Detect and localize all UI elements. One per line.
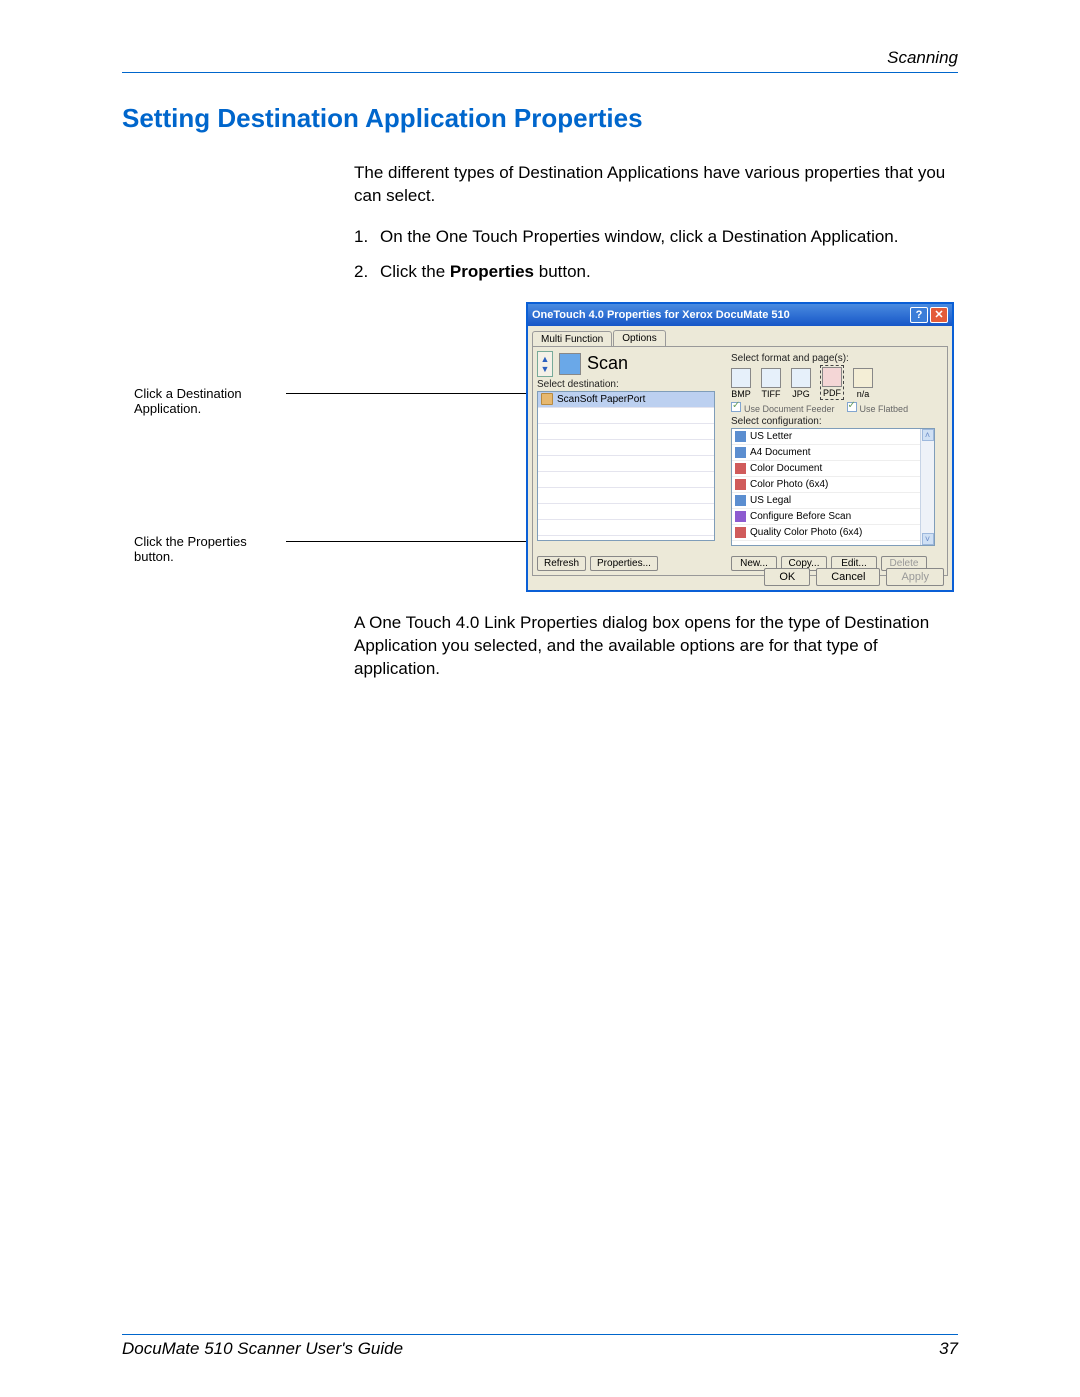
footer-rule [122,1334,958,1335]
scroll-up-icon[interactable]: ˄ [922,429,934,441]
step-1: 1. On the One Touch Properties window, c… [354,226,958,249]
config-item[interactable]: US Letter [732,429,934,445]
scan-icon [559,353,581,375]
format-jpg[interactable]: JPG [791,368,811,399]
footer-page: 37 [939,1339,958,1359]
onetouch-dialog: OneTouch 4.0 Properties for Xerox DocuMa… [526,302,954,592]
list-item [538,472,714,488]
checkbox-icon [731,402,741,412]
step-2-number: 2. [354,261,380,284]
pdf-icon [822,367,842,387]
config-item[interactable]: Color Document [732,461,934,477]
figure: Click a Destination Application. Click t… [354,302,958,594]
scan-label: Scan [587,353,628,374]
callout-props: Click the Properties button. [134,534,284,565]
footer: DocuMate 510 Scanner User's Guide 37 [122,1334,958,1359]
format-na[interactable]: n/a [853,368,873,399]
ok-button[interactable]: OK [764,568,810,586]
properties-button[interactable]: Properties... [590,556,658,571]
config-item[interactable]: A4 Document [732,445,934,461]
destination-list[interactable]: ScanSoft PaperPort [537,391,715,541]
tab-multi-function[interactable]: Multi Function [532,331,612,347]
callout-dest-line [286,393,538,394]
arrow-down-icon[interactable]: ▼ [541,364,550,374]
refresh-button[interactable]: Refresh [537,556,586,571]
scrollbar[interactable]: ˄ ˅ [920,429,934,545]
jpg-icon [791,368,811,388]
format-pdf[interactable]: PDF [821,366,843,399]
configuration-list[interactable]: US Letter A4 Document Color Document Col… [731,428,935,546]
use-flatbed-checkbox: Use Flatbed [847,402,909,414]
list-item [538,488,714,504]
dest-item-label: ScanSoft PaperPort [557,394,645,405]
dialog-title: OneTouch 4.0 Properties for Xerox DocuMa… [532,309,790,321]
dest-item-paperport[interactable]: ScanSoft PaperPort [538,392,714,408]
close-button[interactable]: ✕ [930,307,948,323]
callout-dest: Click a Destination Application. [134,386,284,417]
scroll-down-icon[interactable]: ˅ [922,533,934,545]
config-item[interactable]: US Legal [732,493,934,509]
list-item [538,504,714,520]
footer-guide: DocuMate 510 Scanner User's Guide [122,1339,403,1359]
config-item[interactable]: Color Photo (6x4) [732,477,934,493]
select-format-label: Select format and page(s): [731,353,939,364]
tab-panel: ▲ ▼ Scan Select destination: ScanSoft Pa… [532,346,948,576]
intro-paragraph: The different types of Destination Appli… [354,162,958,208]
list-item [538,440,714,456]
titlebar[interactable]: OneTouch 4.0 Properties for Xerox DocuMa… [528,304,952,326]
list-item [538,520,714,536]
list-item [538,424,714,440]
list-item [538,408,714,424]
format-row: BMP TIFF JPG PDF n/a [731,366,939,399]
tiff-icon [761,368,781,388]
tab-options[interactable]: Options [613,330,665,346]
config-item[interactable]: Configure Before Scan [732,509,934,525]
na-icon [853,368,873,388]
chapter-label: Scanning [122,48,958,72]
arrow-up-icon[interactable]: ▲ [541,354,550,364]
apply-button: Apply [886,568,944,586]
section-title: Setting Destination Application Properti… [122,103,958,134]
format-tiff[interactable]: TIFF [761,368,781,399]
tabs: Multi Function Options [528,326,952,346]
step-1-text: On the One Touch Properties window, clic… [380,226,958,249]
step-2: 2. Click the Properties button. [354,261,958,284]
step-1-number: 1. [354,226,380,249]
cancel-button[interactable]: Cancel [816,568,880,586]
format-bmp[interactable]: BMP [731,368,751,399]
scan-stepper[interactable]: ▲ ▼ [537,351,553,377]
use-feeder-checkbox[interactable]: Use Document Feeder [731,402,835,414]
select-config-label: Select configuration: [731,416,939,427]
bmp-icon [731,368,751,388]
list-item [538,456,714,472]
help-button[interactable]: ? [910,307,928,323]
header-rule [122,72,958,73]
after-paragraph: A One Touch 4.0 Link Properties dialog b… [354,612,958,681]
checkbox-icon [847,402,857,412]
config-item[interactable]: Quality Color Photo (6x4) [732,525,934,541]
step-2-text: Click the Properties button. [380,261,958,284]
folder-icon [541,393,553,405]
